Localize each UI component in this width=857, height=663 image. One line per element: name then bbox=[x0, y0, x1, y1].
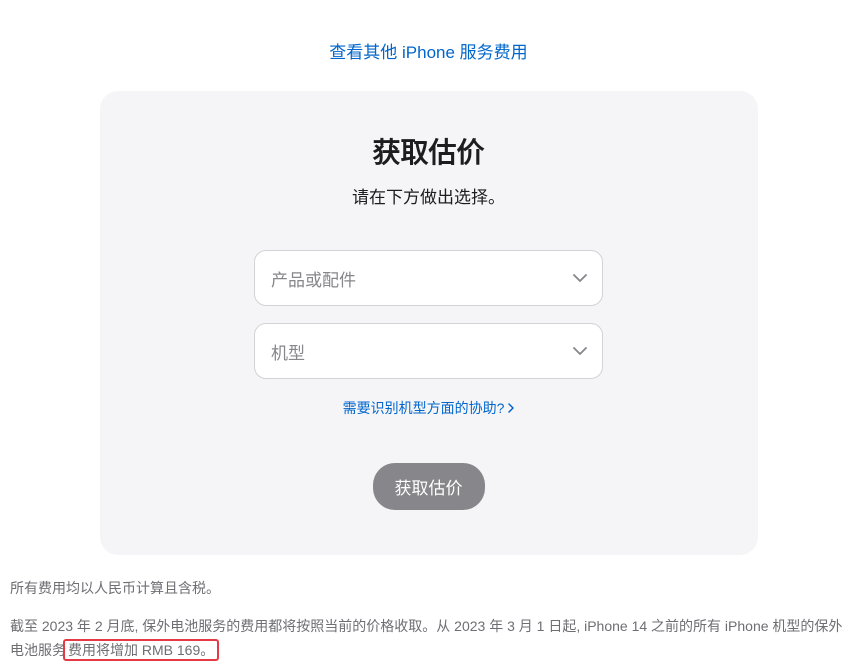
top-link-container: 查看其他 iPhone 服务费用 bbox=[0, 0, 857, 63]
card-subtitle: 请在下方做出选择。 bbox=[150, 183, 708, 208]
estimate-card: 获取估价 请在下方做出选择。 产品或配件 机型 需要识别机型方面的协助? 获取估… bbox=[100, 91, 758, 555]
model-select[interactable]: 机型 bbox=[254, 323, 603, 379]
footer-line-1: 所有费用均以人民币计算且含税。 bbox=[10, 577, 847, 601]
help-link-text: 需要识别机型方面的协助? bbox=[343, 398, 505, 418]
submit-row: 获取估价 bbox=[150, 463, 708, 510]
identify-model-help-link[interactable]: 需要识别机型方面的协助? bbox=[343, 398, 515, 418]
get-estimate-button[interactable]: 获取估价 bbox=[373, 463, 485, 510]
view-other-services-link[interactable]: 查看其他 iPhone 服务费用 bbox=[329, 43, 527, 62]
product-select[interactable]: 产品或配件 bbox=[254, 250, 603, 306]
chevron-right-icon bbox=[508, 403, 514, 413]
product-select-wrap: 产品或配件 bbox=[254, 250, 603, 306]
highlighted-price-increase: 费用将增加 RMB 169。 bbox=[63, 639, 219, 661]
footer-text: 所有费用均以人民币计算且含税。 截至 2023 年 2 月底, 保外电池服务的费… bbox=[0, 555, 857, 662]
footer-line-2: 截至 2023 年 2 月底, 保外电池服务的费用都将按照当前的价格收取。从 2… bbox=[10, 615, 847, 663]
card-title: 获取估价 bbox=[150, 131, 708, 171]
model-select-wrap: 机型 bbox=[254, 323, 603, 379]
